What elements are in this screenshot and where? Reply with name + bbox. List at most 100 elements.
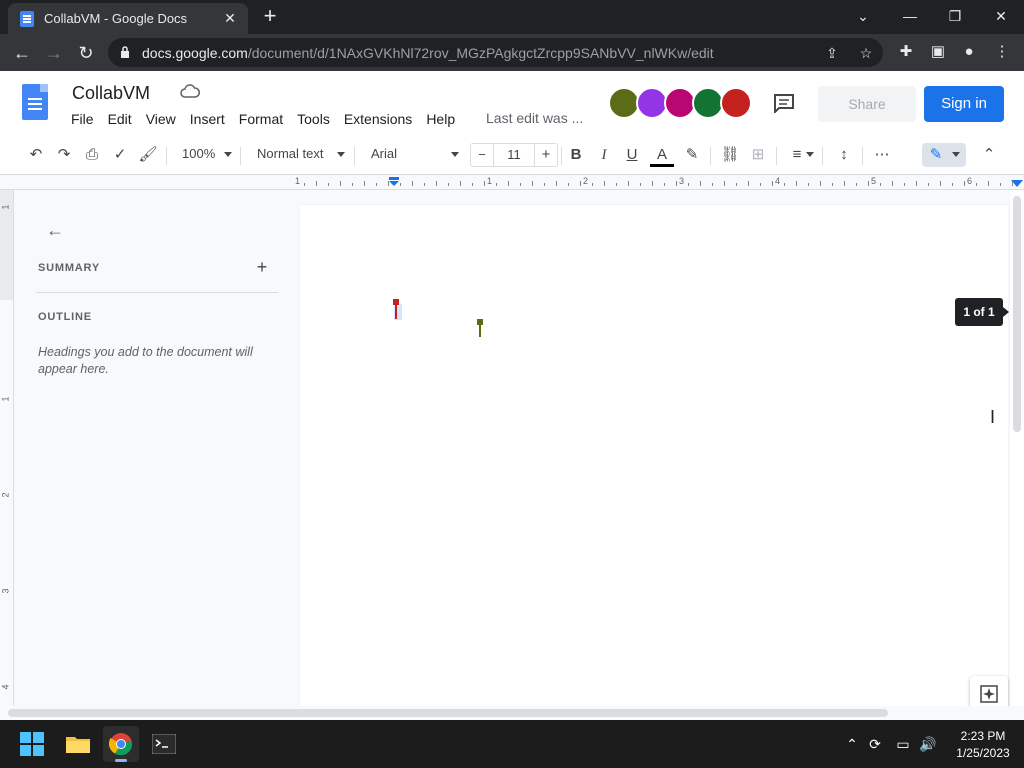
ruler-tick: [496, 183, 497, 186]
ruler-tick: [604, 181, 605, 186]
toolbar-divider: [776, 147, 777, 165]
document-page[interactable]: [300, 205, 1008, 706]
file-explorer-taskbar-icon[interactable]: [60, 726, 96, 762]
google-docs-logo-icon[interactable]: [22, 84, 48, 120]
ruler-tick: [844, 181, 845, 186]
increase-font-size-button[interactable]: +: [535, 143, 557, 167]
outline-empty-hint: Headings you add to the document will ap…: [38, 345, 253, 376]
extensions-puzzle-icon[interactable]: ✚: [895, 41, 917, 63]
paint-format-icon[interactable]: 🖌: [136, 143, 160, 167]
last-edit-link[interactable]: Last edit was ...: [486, 110, 583, 126]
new-tab-button[interactable]: +: [258, 5, 282, 29]
ruler-tick: [340, 181, 341, 186]
text-color-button[interactable]: A: [650, 143, 674, 167]
undo-icon[interactable]: ↶: [24, 143, 48, 167]
spellcheck-icon[interactable]: ✓: [108, 143, 132, 167]
cloud-saved-icon[interactable]: [180, 84, 200, 100]
font-size-input[interactable]: 11: [493, 144, 535, 166]
sync-alert-icon[interactable]: ⟳: [865, 734, 885, 754]
highlight-color-icon[interactable]: ✎: [682, 143, 702, 167]
terminal-taskbar-icon[interactable]: [146, 726, 182, 762]
vertical-scrollbar[interactable]: [1010, 190, 1024, 706]
vertical-scrollbar-thumb[interactable]: [1013, 196, 1021, 432]
menu-view[interactable]: View: [146, 111, 176, 127]
back-button[interactable]: ←: [10, 41, 34, 65]
comment-history-icon[interactable]: [773, 93, 795, 113]
collaborator-avatar[interactable]: [720, 87, 752, 119]
side-panel-icon[interactable]: ▣: [927, 41, 949, 63]
decrease-font-size-button[interactable]: −: [471, 143, 493, 167]
italic-button[interactable]: I: [594, 143, 614, 167]
collapse-menus-chevron-icon[interactable]: ⌃: [978, 143, 1000, 167]
profile-icon[interactable]: ●: [958, 41, 980, 63]
menu-insert[interactable]: Insert: [190, 111, 225, 127]
address-bar[interactable]: docs.google.com/document/d/1NAxGVKhNl72r…: [108, 38, 883, 67]
font-family-select[interactable]: Arial: [371, 146, 397, 161]
share-page-icon[interactable]: ⇪: [822, 43, 842, 63]
paragraph-style-select[interactable]: Normal text: [257, 146, 323, 161]
bookmark-star-icon[interactable]: ☆: [856, 43, 876, 63]
ruler-tick: [748, 181, 749, 186]
ruler-number: 3: [0, 588, 11, 594]
panel-divider: [36, 292, 278, 293]
windows-start-icon[interactable]: [20, 732, 44, 756]
horizontal-scrollbar[interactable]: [0, 706, 1024, 720]
taskbar-clock-date[interactable]: 1/25/2023: [950, 746, 1016, 760]
ruler-tick: [664, 183, 665, 186]
restore-button[interactable]: ❐: [941, 4, 969, 28]
ruler-tick: [448, 183, 449, 186]
show-hidden-icons-chevron-icon[interactable]: ⌃: [842, 734, 862, 754]
more-tools-icon[interactable]: ⋯: [870, 143, 894, 167]
network-icon[interactable]: ▭: [893, 734, 913, 754]
print-icon[interactable]: ⎙: [80, 143, 104, 167]
share-button[interactable]: Share: [818, 86, 916, 122]
taskbar-clock-time[interactable]: 2:23 PM: [950, 729, 1016, 743]
sign-in-button[interactable]: Sign in: [924, 86, 1004, 122]
ruler-tick: [424, 183, 425, 186]
browser-toolbar: ← → ↻ docs.google.com/document/d/1NAxGVK…: [0, 34, 1024, 71]
forward-button[interactable]: →: [42, 41, 66, 65]
tab-title: CollabVM - Google Docs: [44, 11, 188, 26]
left-indent-marker-icon[interactable]: [388, 177, 400, 187]
ruler-tick: [412, 181, 413, 186]
horizontal-ruler[interactable]: 1 1 2 3 4 5 6: [0, 175, 1024, 190]
ruler-tick: [928, 183, 929, 186]
menu-format[interactable]: Format: [239, 111, 283, 127]
ruler-tick: [364, 181, 365, 186]
editing-mode-select[interactable]: ✎: [922, 143, 966, 167]
bold-button[interactable]: B: [566, 143, 586, 167]
chrome-menu-icon[interactable]: ⋮: [991, 41, 1013, 63]
tab-close-icon[interactable]: ✕: [220, 8, 240, 28]
ruler-tick: [328, 183, 329, 186]
menu-edit[interactable]: Edit: [108, 111, 132, 127]
toolbar-divider: [710, 147, 711, 165]
chrome-taskbar-icon[interactable]: [103, 726, 139, 762]
volume-icon[interactable]: 🔊: [918, 734, 938, 754]
line-spacing-icon[interactable]: ↕: [832, 143, 856, 167]
ruler-tick: [856, 183, 857, 186]
menu-file[interactable]: File: [71, 111, 94, 127]
ruler-tick: [868, 181, 869, 186]
align-left-icon[interactable]: ≡: [786, 143, 808, 167]
add-comment-icon[interactable]: ⊞: [746, 143, 770, 167]
browser-tab[interactable]: CollabVM - Google Docs ✕: [8, 3, 248, 34]
horizontal-scrollbar-thumb[interactable]: [8, 709, 888, 717]
redo-icon[interactable]: ↷: [52, 143, 76, 167]
add-summary-button[interactable]: +: [252, 257, 272, 277]
underline-button[interactable]: U: [622, 143, 642, 167]
insert-link-icon[interactable]: ⛓: [718, 143, 742, 167]
minimize-button[interactable]: —: [896, 4, 924, 28]
reload-button[interactable]: ↻: [74, 41, 98, 65]
zoom-select[interactable]: 100%: [182, 146, 215, 161]
document-title[interactable]: CollabVM: [72, 83, 150, 104]
menu-tools[interactable]: Tools: [297, 111, 330, 127]
ruler-tick: [352, 183, 353, 186]
close-outline-arrow-icon[interactable]: ←: [46, 219, 68, 241]
menu-help[interactable]: Help: [426, 111, 455, 127]
tab-search-chevron-icon[interactable]: ⌄: [849, 4, 877, 28]
ruler-tick: [388, 181, 389, 186]
ruler-number: 1: [0, 396, 11, 402]
menu-extensions[interactable]: Extensions: [344, 111, 412, 127]
close-window-button[interactable]: ✕: [987, 4, 1015, 28]
ruler-number: 6: [967, 176, 973, 186]
